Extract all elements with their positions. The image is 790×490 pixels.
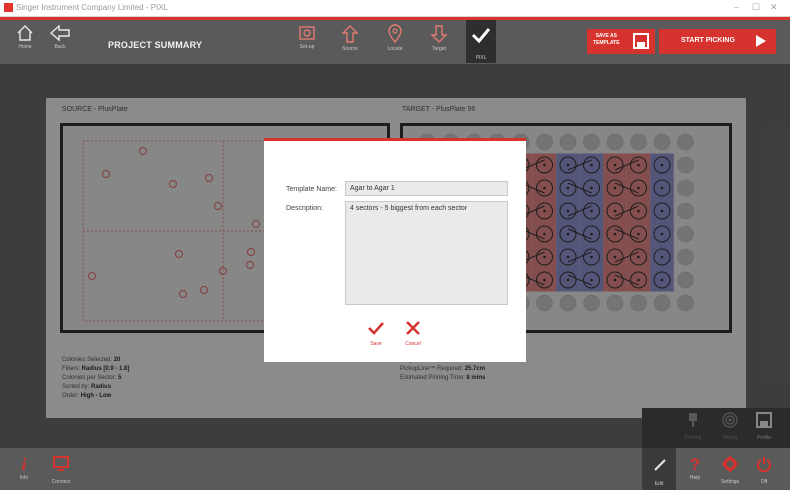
home-icon — [17, 25, 33, 41]
location-pin-icon — [388, 24, 402, 44]
save-button[interactable]: Save — [364, 321, 388, 347]
maximize-button[interactable]: ☐ — [752, 2, 760, 13]
start-picking-button[interactable]: START PICKING — [659, 29, 776, 54]
connect-button[interactable]: Connect — [48, 456, 74, 485]
template-name-input[interactable]: Agar to Agar 1 — [345, 181, 508, 196]
play-icon — [756, 35, 766, 47]
description-textarea[interactable]: 4 sectors - 5 biggest from each sector — [345, 201, 508, 305]
camera-icon — [299, 26, 315, 40]
start-picking-label: START PICKING — [681, 37, 735, 44]
step-target-label: Target — [432, 46, 446, 52]
settings-label: Settings — [720, 479, 740, 485]
save-as-template-button[interactable]: SAVE AS TEMPLATE — [587, 29, 655, 54]
top-toolbar: Home Back PROJECT SUMMARY Set-up Source … — [0, 17, 790, 64]
step-source-label: Source — [342, 46, 358, 52]
help-button[interactable]: ? Help — [683, 456, 707, 481]
back-button[interactable]: Back — [45, 24, 75, 50]
back-arrow-icon — [49, 24, 70, 42]
cancel-button[interactable]: Cancel — [401, 321, 425, 347]
back-label: Back — [54, 44, 66, 50]
home-label: Home — [18, 44, 32, 50]
pencil-icon — [654, 459, 666, 471]
download-arrow-icon — [430, 25, 448, 43]
edit-label: Edit — [654, 481, 664, 487]
save-template-dialog: Template Name: Agar to Agar 1 Descriptio… — [264, 138, 526, 362]
help-label: Help — [689, 475, 701, 481]
minimize-button[interactable]: – — [734, 2, 739, 12]
step-setup[interactable]: Set-up — [293, 24, 321, 50]
close-window-button[interactable]: ✕ — [770, 2, 778, 13]
window-titlebar: Singer Instrument Company Limited - PIXL… — [0, 0, 790, 17]
checkmark-icon — [471, 28, 491, 44]
template-name-label: Template Name: — [286, 186, 337, 193]
info-icon: i — [21, 455, 27, 474]
gear-icon — [722, 456, 738, 472]
close-icon — [406, 321, 420, 335]
info-button[interactable]: i Info — [14, 456, 34, 481]
edit-button[interactable]: Edit — [642, 448, 676, 490]
power-icon — [757, 457, 771, 473]
settings-button[interactable]: Settings — [716, 456, 744, 485]
upload-arrow-icon — [341, 25, 359, 43]
step-target[interactable]: Target — [425, 24, 453, 52]
cancel-label: Cancel — [405, 341, 421, 347]
description-label: Description: — [286, 205, 323, 212]
help-icon: ? — [689, 455, 701, 474]
info-label: Info — [19, 475, 29, 481]
checkmark-icon — [368, 322, 384, 335]
window-title: Singer Instrument Company Limited - PIXL — [16, 3, 169, 12]
step-pixl-active[interactable]: PIXL — [466, 20, 496, 63]
step-locate-label: Locate — [387, 46, 403, 52]
bottom-bar: i Info Connect Edit ? Help Settings Off — [0, 448, 790, 490]
save-label: Save — [370, 341, 382, 347]
page-title: PROJECT SUMMARY — [108, 40, 203, 50]
step-setup-label: Set-up — [299, 44, 315, 50]
app-logo-icon — [4, 3, 13, 12]
step-source[interactable]: Source — [336, 24, 364, 52]
connect-label: Connect — [51, 479, 71, 485]
save-disk-icon — [633, 33, 649, 49]
step-locate[interactable]: Locate — [381, 24, 409, 52]
home-button[interactable]: Home — [12, 24, 38, 50]
power-off-button[interactable]: Off — [752, 456, 776, 485]
save-as-template-label: SAVE AS TEMPLATE — [593, 33, 620, 46]
off-label: Off — [760, 479, 768, 485]
monitor-icon — [53, 456, 69, 471]
step-pixl-label: PIXL — [475, 55, 487, 61]
